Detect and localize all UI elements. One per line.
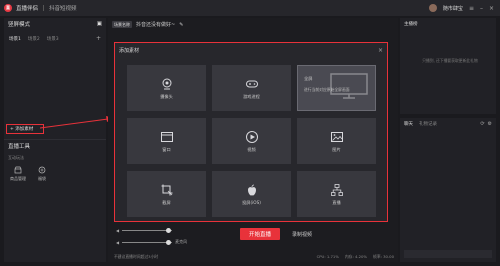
left-panel: 竖屏模式 ▣ 场景1 场景2 场景3 + + 添加素材 直播工具 互动玩法 商品… [4,18,106,262]
record-video-button[interactable]: 录制视频 [292,231,312,238]
scene-tab-1[interactable]: 场景1 [9,36,21,42]
window-icon [160,131,173,142]
tile-screenshot[interactable]: 截屏 [127,171,206,217]
tile-game[interactable]: 游戏进程 [212,65,291,111]
add-source-dialog: 添加素材 × 摄像头 游戏进程 全屏 进行当前对应原始全屏画面 窗口 视频 图片 [114,42,388,222]
tile-ios-cast-label: 投屏(iOS) [242,199,261,205]
apple-icon [247,184,256,195]
webcam-icon [162,78,171,89]
tile-game-label: 游戏进程 [243,93,260,99]
ranking-empty-text: 只播到, 还下播要获取更新此礼物 [422,58,478,63]
dialog-close-icon[interactable]: × [378,47,383,54]
tool-shop[interactable]: 商品管理 [10,166,26,182]
mic-slider[interactable] [122,239,173,245]
tool-gift-label: 福袋 [38,176,46,181]
chat-panel: 聊天 礼物记录 ⟳ ⚙ [400,118,496,262]
speaker-row: ◀ [116,228,173,233]
scene-tab-3[interactable]: 场景3 [47,36,59,42]
tool-shop-label: 商品管理 [10,176,26,181]
ranking-panel: 主播榜 只播到, 还下播要获取更新此礼物 [400,18,496,114]
tile-image-label: 图片 [332,146,341,152]
title-separator [43,5,45,11]
speaker-slider[interactable] [122,228,173,233]
tile-ios-cast[interactable]: 投屏(iOS) [212,171,291,217]
left-panel-header: 竖屏模式 ▣ [4,18,106,30]
tile-video[interactable]: 视频 [212,118,291,164]
left-panel-title: 竖屏模式 [8,22,31,28]
preview-title: 抖音还没有做好~ [136,22,176,28]
tile-fullscreen[interactable]: 全屏 进行当前对应原始全屏画面 [297,65,376,111]
live-tools-header: 直播工具 [4,139,106,151]
image-icon [330,131,343,142]
refresh-icon[interactable]: ⟳ [480,121,484,127]
status-bar: 不建议直播时间超过3小时 CPU: 1.71% 内存: 4.20% 帧率: 30… [114,254,394,260]
tile-fullscreen-label: 全屏 [304,76,313,81]
scene-tabs: 场景1 场景2 场景3 + [4,30,106,45]
play-icon [245,130,258,143]
minimize-icon[interactable]: – [480,5,483,12]
tool-gift[interactable]: 福袋 [38,166,46,182]
frame-rate: 帧率: 30.00 [373,254,394,259]
avatar[interactable] [428,4,437,12]
tile-webcam[interactable]: 摄像头 [127,65,206,111]
status-tip: 不建议直播时间超过3小时 [114,254,159,259]
tile-webcam-label: 摄像头 [160,93,173,99]
chat-input[interactable] [404,250,492,258]
layout-icon[interactable]: ▣ [97,21,102,27]
mic-icon[interactable]: ◀ [116,240,119,245]
tab-gift-record[interactable]: 礼物记录 [419,121,437,127]
monitor-icon [330,73,368,99]
tile-screenshot-label: 截屏 [162,199,171,205]
live-tools-subtitle: 互动玩法 [8,155,24,160]
mode-label[interactable]: 抖音短视频 [49,4,77,12]
memory-usage: 内存: 4.20% [344,254,368,259]
tile-video-label: 视频 [247,146,256,152]
control-bar: ◀ ◀ 麦克风 开始直播 录制视频 不建议直播时间超过3小时 CPU: 1.71… [108,224,398,262]
speaker-icon[interactable]: ◀ [116,228,119,233]
add-scene-icon[interactable]: + [96,35,101,42]
gamepad-icon [245,80,258,87]
screenshot-icon [161,184,172,195]
live-tools-title: 直播工具 [8,143,31,150]
scene-tab-2[interactable]: 场景2 [28,36,40,42]
tile-image[interactable]: 图片 [297,118,376,164]
gift-icon [38,166,46,174]
preview-header: 场景名称 抖音还没有做好~ ✎ [112,21,183,28]
ranking-title: 主播榜 [404,22,418,27]
dialog-title: 添加素材 [119,47,140,54]
settings-icon[interactable]: ⚙ [488,121,492,127]
annotation-arrow [40,116,114,129]
tile-live[interactable]: 直播 [297,171,376,217]
title-bar: 直 直播伴侣 抖音短视频 随市肆宝 ≡ – × [0,0,500,16]
tile-window[interactable]: 窗口 [127,118,206,164]
tab-chat[interactable]: 聊天 [404,121,413,127]
user-name[interactable]: 随市肆宝 [443,5,463,12]
shop-icon [14,166,22,174]
source-grid: 摄像头 游戏进程 全屏 进行当前对应原始全屏画面 窗口 视频 图片 截屏 投屏(… [127,65,376,217]
scene-badge: 场景名称 [112,21,132,28]
app-name: 直播伴侣 [16,6,39,12]
dialog-header: 添加素材 × [115,43,387,57]
mic-label: 麦克风 [175,239,188,244]
cpu-usage: CPU: 1.71% [316,254,339,259]
close-icon[interactable]: × [489,5,494,12]
start-live-button[interactable]: 开始直播 [240,228,280,240]
tile-window-label: 窗口 [162,146,171,152]
network-icon [330,183,343,196]
live-tools-section: 直播工具 互动玩法 商品管理 福袋 [4,139,106,185]
mic-row: ◀ 麦克风 [116,239,187,245]
app-logo: 直 [4,4,12,12]
tile-live-label: 直播 [332,199,341,205]
edit-icon[interactable]: ✎ [179,22,183,28]
menu-icon[interactable]: ≡ [469,5,474,12]
add-source-button[interactable]: + 添加素材 [6,124,44,134]
